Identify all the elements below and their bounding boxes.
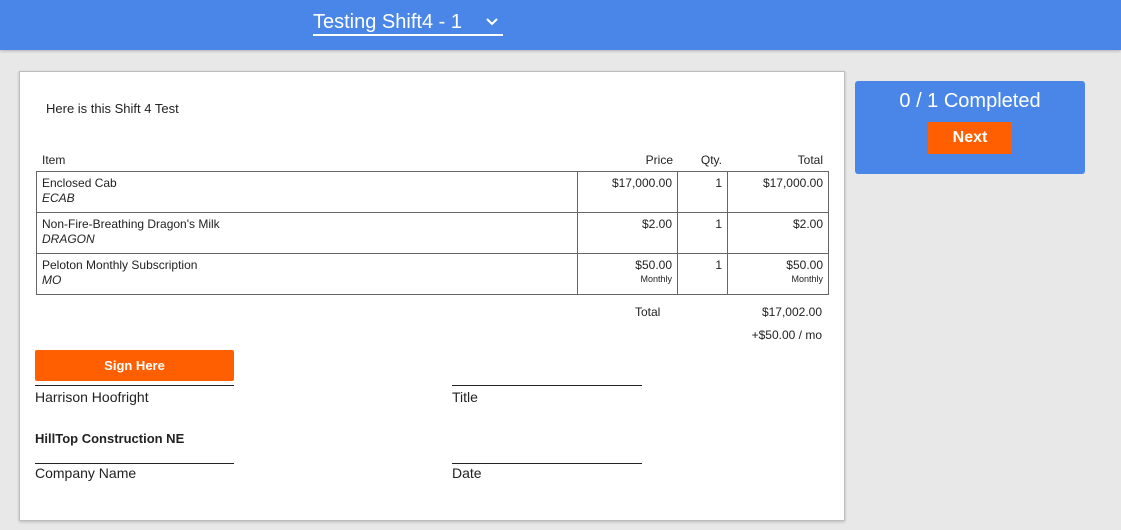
item-code: ECAB — [42, 191, 75, 205]
grand-total-label: Total — [635, 305, 661, 319]
item-total: $50.00 — [786, 258, 823, 272]
title-label: Title — [452, 389, 478, 405]
document-select-value: Testing Shift4 - 1 — [313, 11, 462, 33]
company-name-line — [35, 463, 234, 464]
qty-cell: 1 — [677, 171, 728, 213]
item-name: Peloton Monthly Subscription — [42, 258, 198, 272]
grand-total-value: $17,002.00 — [761, 305, 822, 319]
price-frequency: Monthly — [640, 274, 672, 284]
qty-cell: 1 — [677, 212, 728, 254]
total-cell: $50.00 Monthly — [727, 253, 829, 295]
price-cell: $50.00 Monthly — [577, 253, 678, 295]
signer-name: Harrison Hoofright — [35, 389, 149, 405]
title-line — [452, 385, 642, 386]
item-code: MO — [42, 273, 62, 287]
line-items-table: Enclosed Cab ECAB $17,000.00 1 $17,000.0… — [36, 171, 829, 295]
completion-status: 0 / 1 Completed — [899, 90, 1041, 112]
company-name-value: HillTop Construction NE — [35, 431, 185, 446]
item-price: $50.00 — [635, 258, 672, 272]
total-cell: $2.00 — [727, 212, 829, 254]
item-price: $17,000.00 — [611, 176, 672, 190]
column-qty: Qty. — [700, 153, 722, 167]
item-cell: Enclosed Cab ECAB — [36, 171, 578, 213]
chevron-down-icon — [486, 18, 498, 26]
item-total: $2.00 — [792, 217, 823, 231]
signature-line — [35, 385, 234, 386]
item-code: DRAGON — [42, 232, 95, 246]
price-cell: $17,000.00 — [577, 171, 678, 213]
document-select[interactable]: Testing Shift4 - 1 — [313, 10, 503, 36]
column-total: Total — [797, 153, 823, 167]
recurring-total: +$50.00 / mo — [751, 328, 822, 342]
item-total: $17,000.00 — [762, 176, 823, 190]
total-cell: $17,000.00 — [727, 171, 829, 213]
price-cell: $2.00 — [577, 212, 678, 254]
item-cell: Non-Fire-Breathing Dragon's Milk DRAGON — [36, 212, 578, 254]
table-header: Item Price Qty. Total — [36, 153, 828, 173]
item-name: Non-Fire-Breathing Dragon's Milk — [42, 217, 220, 231]
column-price: Price — [645, 153, 673, 167]
item-price: $2.00 — [641, 217, 672, 231]
document-paper: Here is this Shift 4 Test Item Price Qty… — [19, 71, 845, 521]
total-frequency: Monthly — [791, 274, 823, 284]
table-row: Enclosed Cab ECAB $17,000.00 1 $17,000.0… — [36, 171, 829, 213]
item-cell: Peloton Monthly Subscription MO — [36, 253, 578, 295]
top-bar: Testing Shift4 - 1 — [0, 0, 1121, 50]
next-button[interactable]: Next — [928, 122, 1012, 154]
date-label: Date — [452, 465, 482, 481]
column-item: Item — [42, 153, 66, 167]
document-intro: Here is this Shift 4 Test — [46, 101, 179, 116]
qty-cell: 1 — [677, 253, 728, 295]
table-row: Non-Fire-Breathing Dragon's Milk DRAGON … — [36, 212, 829, 254]
item-name: Enclosed Cab — [42, 176, 117, 190]
progress-panel: 0 / 1 Completed Next — [855, 81, 1085, 174]
company-name-label: Company Name — [35, 465, 137, 481]
table-row: Peloton Monthly Subscription MO $50.00 M… — [36, 253, 829, 295]
sign-here-button[interactable]: Sign Here — [35, 350, 234, 381]
date-line — [452, 463, 642, 464]
